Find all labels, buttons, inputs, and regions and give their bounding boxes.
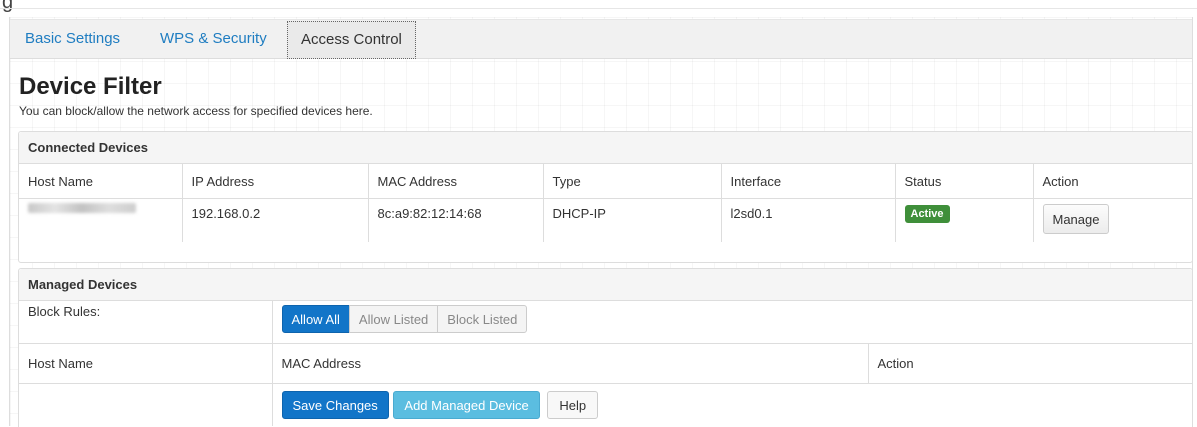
managed-devices-title: Managed Devices [19,269,1192,301]
cell-ip-address: 192.168.0.2 [182,198,369,242]
allow-listed-button[interactable]: Allow Listed [348,305,439,333]
tab-wps-security[interactable]: WPS & Security [160,20,267,58]
col-type: Type [543,164,722,199]
connected-devices-panel: Connected Devices Host Name IP Address M… [18,131,1193,263]
allow-all-button[interactable]: Allow All [281,305,350,333]
cell-interface: l2sd0.1 [721,198,896,242]
top-glyph: g [2,0,14,13]
page-container: Basic Settings WPS & Security Access Con… [9,17,1193,427]
col-host-name: Host Name [19,343,273,384]
cell-host-name [19,198,183,242]
redacted-host-name [28,202,136,213]
connected-devices-table: Host Name IP Address MAC Address Type In… [19,164,1192,242]
block-rules-toggle-group: Allow All Allow Listed Block Listed [281,305,528,333]
table-row: 192.168.0.2 8c:a9:82:12:14:68 DHCP-IP l2… [19,198,1192,242]
managed-devices-table: Block Rules: Allow All Allow Listed Bloc… [19,301,1193,426]
save-changes-button[interactable]: Save Changes [281,391,389,419]
top-strip: g [0,0,1197,14]
cell-action: Manage [1033,198,1192,242]
actions-row: Save Changes Add Managed Device Help [19,383,1193,426]
table-header-row: Host Name IP Address MAC Address Type In… [19,164,1192,199]
top-divider [0,8,1197,9]
col-interface: Interface [721,164,896,199]
cell-status: Active [895,198,1034,242]
page-description: You can block/allow the network access f… [19,104,373,118]
col-status: Status [895,164,1034,199]
block-rules-label: Block Rules: [19,301,273,344]
add-managed-device-button[interactable]: Add Managed Device [393,391,540,419]
tab-bar: Basic Settings WPS & Security Access Con… [10,19,1192,59]
status-badge: Active [904,204,950,223]
tab-basic-settings[interactable]: Basic Settings [25,20,120,58]
page-title: Device Filter [19,73,162,100]
managed-devices-panel: Managed Devices Block Rules: Allow All A… [18,268,1193,427]
empty-cell [19,383,273,426]
help-button[interactable]: Help [547,391,599,419]
table-header-row: Host Name MAC Address Action [19,343,1193,384]
col-mac-address: MAC Address [368,164,544,199]
tab-access-control[interactable]: Access Control [287,21,416,59]
cell-type: DHCP-IP [543,198,722,242]
col-action: Action [1042,173,1079,189]
col-action: Action [868,343,1193,384]
col-host-name: Host Name [19,164,183,199]
manage-button[interactable]: Manage [1042,203,1110,234]
cell-mac-address: 8c:a9:82:12:14:68 [368,198,544,242]
block-rules-cell: Allow All Allow Listed Block Listed [272,301,1192,344]
actions-cell: Save Changes Add Managed Device Help [272,383,1193,426]
connected-devices-title: Connected Devices [19,132,1192,164]
col-mac-address: MAC Address [272,343,869,384]
block-rules-row: Block Rules: Allow All Allow Listed Bloc… [19,301,1192,344]
col-ip-address: IP Address [182,164,369,199]
block-listed-button[interactable]: Block Listed [437,305,528,333]
